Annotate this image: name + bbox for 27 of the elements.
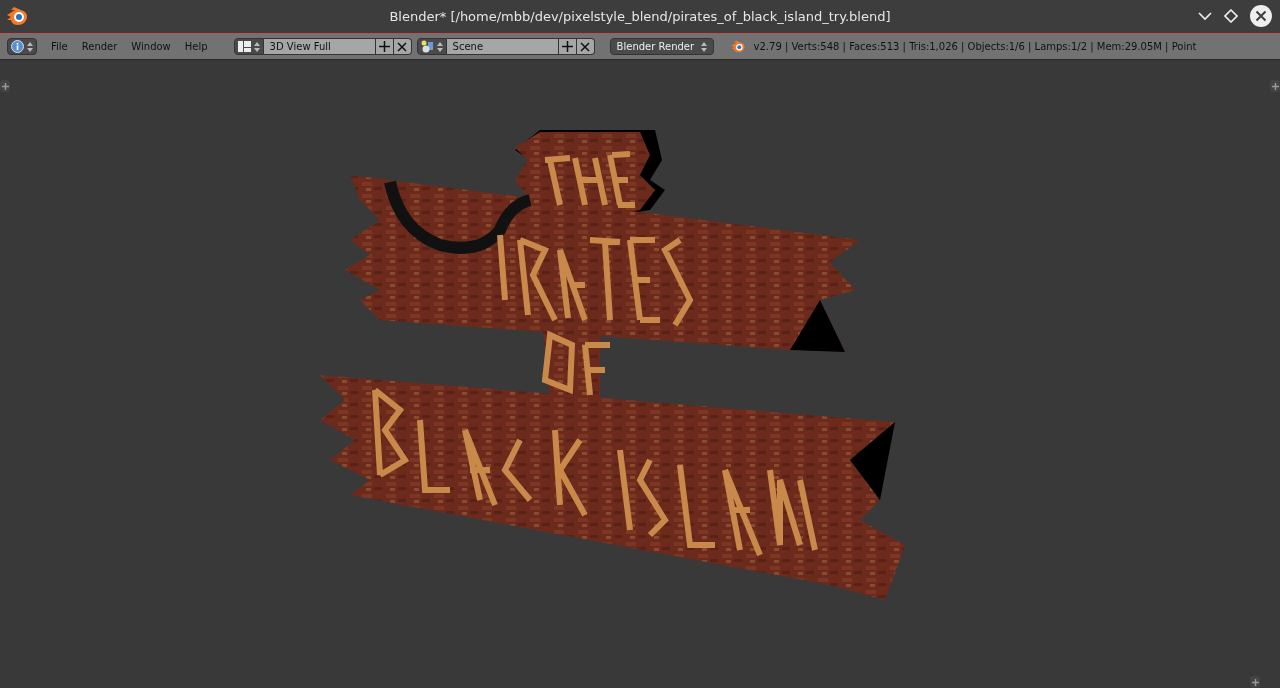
render-engine-dropdown[interactable]: Blender Render bbox=[609, 38, 714, 55]
menu-item[interactable]: Window bbox=[129, 41, 183, 52]
area-split-handle[interactable] bbox=[1270, 80, 1280, 92]
up-down-arrows-icon bbox=[253, 40, 260, 53]
screen-layout-selector[interactable] bbox=[233, 38, 264, 55]
scene-icon bbox=[420, 40, 434, 53]
close-icon[interactable] bbox=[1250, 5, 1272, 27]
blender-logo-icon bbox=[5, 6, 29, 26]
blender-logo-icon bbox=[729, 40, 746, 53]
area-split-handle[interactable] bbox=[0, 80, 10, 92]
maximize-diamond-icon[interactable] bbox=[1224, 9, 1238, 23]
minimize-chevron-icon[interactable] bbox=[1198, 11, 1212, 21]
area-split-handle[interactable] bbox=[1250, 676, 1260, 688]
window-title: Blender* [/home/mbb/dev/pixelstyle_blend/pirates_of_black_island_try.blend] bbox=[388, 9, 892, 24]
menu-item[interactable]: Help bbox=[182, 41, 220, 52]
layout-icon bbox=[237, 41, 251, 52]
up-down-arrows-icon bbox=[27, 40, 33, 53]
info-icon bbox=[11, 40, 24, 53]
menu-item[interactable]: Render bbox=[79, 41, 130, 52]
scene-statistics: v2.79 | Verts:548 | Faces:513 | Tris:1,026 | Objects:1/6 | Lamps:1/2 | Mem:29.05M | Point bbox=[753, 41, 1197, 52]
scene-selector[interactable] bbox=[416, 38, 447, 55]
up-down-arrows-icon bbox=[700, 40, 707, 53]
editor-type-selector[interactable] bbox=[7, 38, 37, 55]
scene-field[interactable]: Scene bbox=[446, 38, 559, 55]
screen-layout-field[interactable]: 3D View Full bbox=[263, 38, 376, 55]
up-down-arrows-icon bbox=[436, 40, 443, 53]
menu-item[interactable]: File bbox=[49, 41, 80, 52]
